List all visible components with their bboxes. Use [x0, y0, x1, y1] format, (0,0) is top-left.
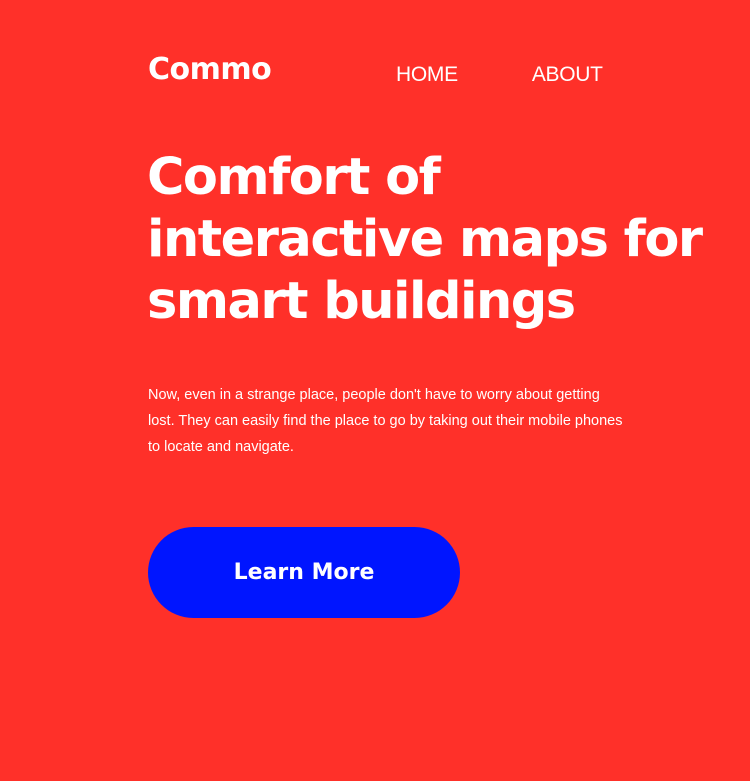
hero-description: Now, even in a strange place, people don…: [148, 387, 623, 455]
learn-more-button[interactable]: Learn More: [148, 527, 460, 618]
nav-about-link[interactable]: ABOUT: [532, 60, 603, 90]
brand-logo[interactable]: Commo: [148, 50, 272, 90]
nav-home-link[interactable]: HOME: [396, 60, 458, 90]
landing-page: Commo HOME ABOUT Comfort of interactive …: [0, 0, 750, 781]
main-nav: HOME ABOUT: [396, 60, 603, 90]
hero-headline: Comfort of interactive maps for smart bu…: [147, 148, 703, 331]
